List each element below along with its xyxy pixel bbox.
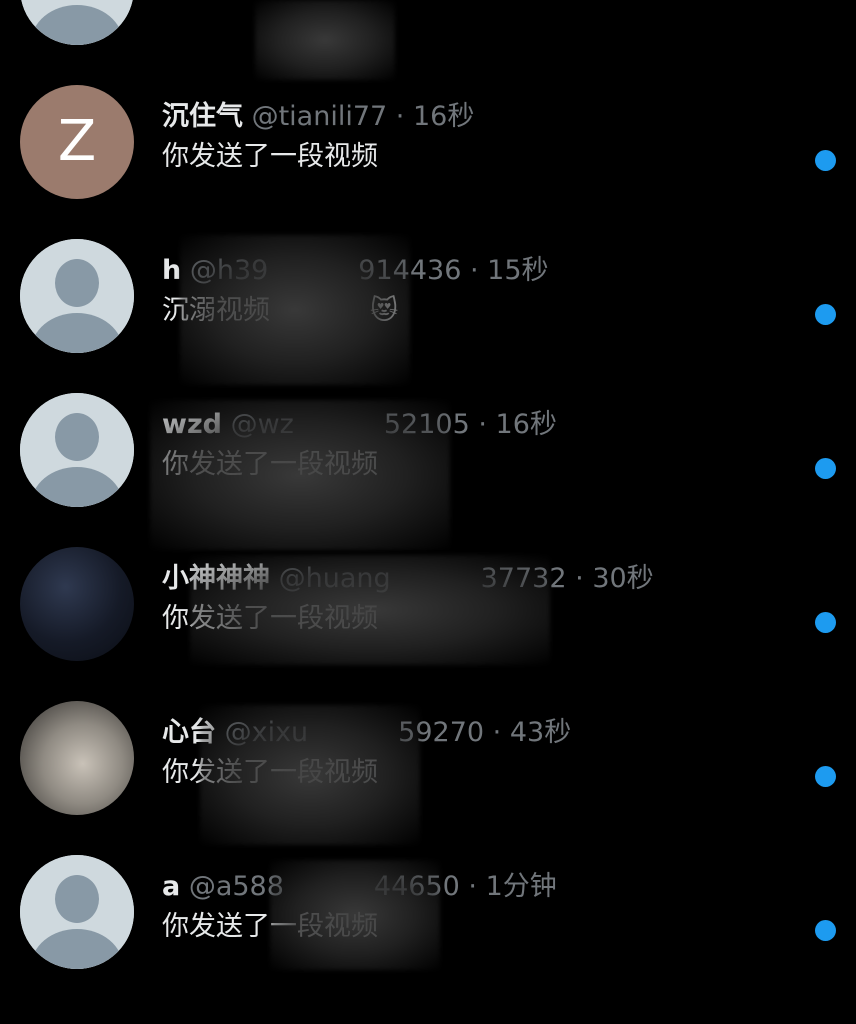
conversation-text: 心台 @xixu 59270 · 43秒你发送了一段视频 — [162, 716, 776, 790]
conversation-header: 沉住气 @tianili77 · 16秒 — [162, 100, 776, 134]
conversation-row[interactable]: a @a588 44650 · 1分钟你发送了一段视频 — [0, 791, 856, 969]
sender-handle: @wz — [230, 409, 294, 440]
timestamp: 15秒 — [487, 255, 549, 286]
message-preview: 你发送了一段视频 — [162, 756, 776, 790]
preview-text: 你发送了一段视频 — [162, 603, 378, 634]
sender-handle-tail: 914436 — [358, 255, 462, 286]
sender-name: 心台 — [162, 717, 216, 748]
sender-handle-tail: 59270 — [398, 717, 485, 748]
sender-handle: @h39 — [189, 255, 269, 286]
conversation-text: a @a588 44650 · 1分钟你发送了一段视频 — [162, 870, 776, 944]
message-preview: 你发送了一段视频 — [162, 140, 776, 174]
preview-text: 你发送了一段视频 — [162, 141, 378, 172]
unread-indicator-icon — [815, 920, 836, 941]
sender-handle: @huang — [278, 563, 391, 594]
message-preview: 你发送了一段视频 — [162, 910, 776, 944]
sender-handle-tail: 44650 — [373, 871, 460, 902]
unread-indicator-icon — [815, 304, 836, 325]
sender-name: wzd — [162, 409, 222, 440]
avatar-letter: Z — [57, 109, 97, 174]
conversation-text: 沉住气 @tianili77 · 16秒 你发送了一段视频 — [162, 100, 776, 174]
conversation-row[interactable]: wzd @wz 52105 · 16秒你发送了一段视频 — [0, 329, 856, 507]
timestamp: 16秒 — [412, 101, 475, 132]
conversation-row[interactable]: 你发送了一张照片 — [0, 0, 856, 45]
conversation-header: 小神神神 @huang 37732 · 30秒 — [162, 562, 776, 596]
sender-handle: @a588 — [188, 871, 284, 902]
sender-handle: @xixu — [224, 717, 309, 748]
message-preview: 你发送了一段视频 — [162, 448, 776, 482]
timestamp: 1分钟 — [485, 871, 557, 902]
conversation-header: wzd @wz 52105 · 16秒 — [162, 408, 776, 442]
preview-text: 你发送了一段视频 — [162, 449, 378, 480]
timestamp: 30秒 — [592, 563, 654, 594]
conversation-row[interactable]: 心台 @xixu 59270 · 43秒你发送了一段视频 — [0, 637, 856, 815]
conversation-header: h @h39 914436 · 15秒 — [162, 254, 776, 288]
conversation-row[interactable]: Z 沉住气 @tianili77 · 16秒 你发送了一段视频 — [0, 21, 856, 199]
preview-text: 沉溺视频 — [162, 295, 270, 326]
preview-text: 你发送了一段视频 — [162, 757, 378, 788]
sender-name: 沉住气 — [162, 101, 243, 132]
separator-dot: · — [469, 255, 479, 286]
conversation-text: 小神神神 @huang 37732 · 30秒你发送了一段视频 — [162, 562, 776, 636]
conversation-row[interactable]: 小神神神 @huang 37732 · 30秒你发送了一段视频 — [0, 483, 856, 661]
preview-text: 你发送了一段视频 — [162, 911, 378, 942]
conversation-list: 你发送了一张照片Z沉住气 @tianili77 · 16秒你发送了一段视频h @… — [0, 0, 856, 969]
timestamp: 43秒 — [509, 717, 572, 748]
separator-dot: · — [478, 409, 487, 440]
conversation-row[interactable]: h @h39 914436 · 15秒沉溺视频 😻 — [0, 175, 856, 353]
unread-indicator-icon — [815, 458, 836, 479]
separator-dot: · — [492, 717, 502, 748]
unread-indicator-icon — [815, 150, 836, 171]
unread-indicator-icon — [815, 766, 836, 787]
conversation-header: a @a588 44650 · 1分钟 — [162, 870, 776, 904]
sender-name: a — [162, 871, 181, 902]
message-preview: 沉溺视频 😻 — [162, 294, 776, 328]
conversation-text: wzd @wz 52105 · 16秒你发送了一段视频 — [162, 408, 776, 482]
heart-eyes-cat-emoji-icon: 😻 — [370, 295, 399, 326]
separator-dot: · — [575, 563, 584, 594]
sender-handle-tail: 37732 — [480, 563, 567, 594]
timestamp: 16秒 — [495, 409, 557, 440]
unread-indicator-icon — [815, 612, 836, 633]
separator-dot: · — [395, 101, 405, 132]
separator-dot: · — [468, 871, 478, 902]
sender-name: h — [162, 255, 182, 286]
sender-name: 小神神神 — [162, 563, 270, 594]
default-avatar-icon — [20, 855, 134, 969]
conversation-header: 心台 @xixu 59270 · 43秒 — [162, 716, 776, 750]
avatar[interactable] — [20, 855, 134, 969]
message-preview: 你发送了一段视频 — [162, 602, 776, 636]
conversation-text: h @h39 914436 · 15秒沉溺视频 😻 — [162, 254, 776, 328]
sender-handle: @tianili77 — [251, 101, 388, 132]
sender-handle-tail: 52105 — [383, 409, 470, 440]
